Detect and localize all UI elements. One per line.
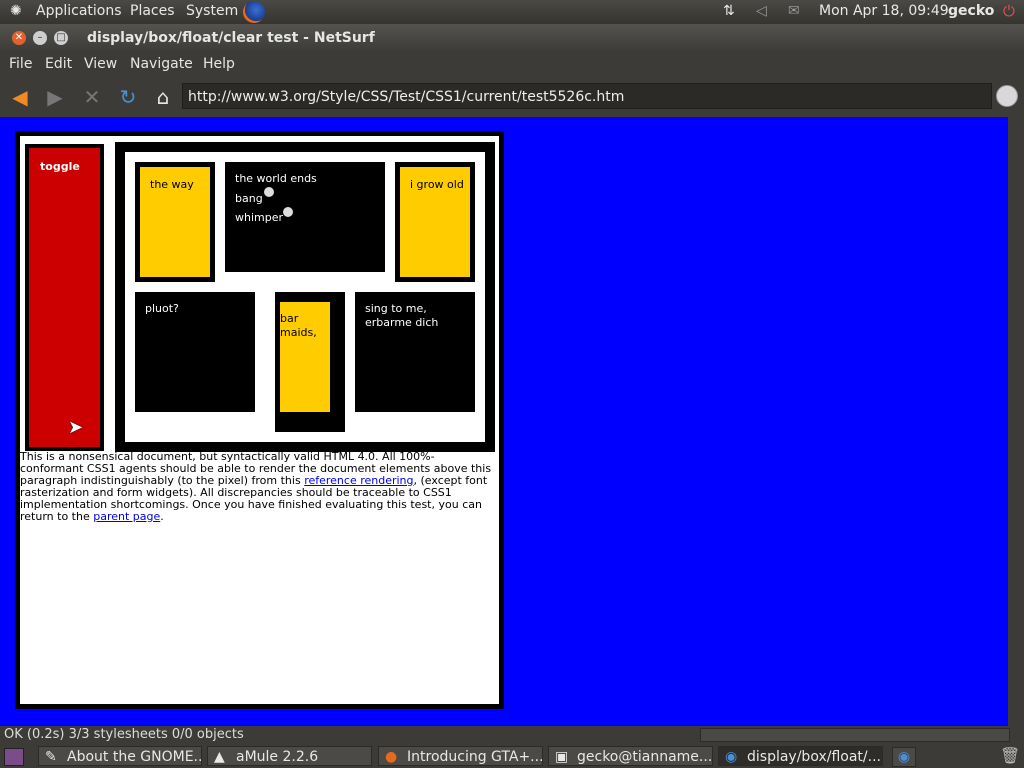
toggle-label: toggle bbox=[40, 160, 80, 173]
forward-arrow-icon[interactable]: ▶ bbox=[43, 86, 67, 108]
terminal-icon: ▣ bbox=[555, 749, 569, 765]
gnome-foot-icon: ✎ bbox=[45, 749, 57, 765]
grow-old-border: i grow old bbox=[395, 162, 475, 282]
whimper-radio[interactable] bbox=[283, 207, 293, 217]
parent-page-link[interactable]: parent page bbox=[93, 510, 160, 523]
task-about-gnome[interactable]: ✎ About the GNOME... bbox=[38, 746, 202, 766]
show-desktop-icon[interactable] bbox=[4, 748, 24, 766]
toggle-border: toggle bbox=[25, 144, 104, 451]
clock[interactable]: Mon Apr 18, 09:49 bbox=[819, 3, 949, 19]
workspace-icon[interactable]: ◉ bbox=[892, 747, 916, 767]
bar-label: bar bbox=[280, 312, 299, 325]
vertical-scrollbar[interactable] bbox=[1008, 117, 1024, 726]
menu-navigate[interactable]: Navigate bbox=[130, 56, 193, 72]
horizontal-scrollbar[interactable] bbox=[700, 728, 1010, 742]
minimize-window-icon[interactable]: – bbox=[33, 31, 47, 45]
power-icon[interactable]: ⏻ bbox=[1003, 2, 1015, 20]
the-way-label: the way bbox=[150, 178, 194, 191]
world-ends-label: the world ends bbox=[235, 172, 317, 185]
trash-icon[interactable]: 🗑 bbox=[1000, 746, 1020, 765]
amule-icon: ▲ bbox=[214, 749, 225, 765]
pluot-label: pluot? bbox=[145, 302, 179, 315]
sing-line1-label: sing to me, bbox=[365, 302, 427, 315]
sing-block: sing to me, erbarme dich bbox=[355, 292, 475, 412]
menu-view[interactable]: View bbox=[84, 56, 117, 72]
status-text: OK (0.2s) 3/3 stylesheets 0/0 objects bbox=[4, 727, 244, 742]
window-titlebar[interactable]: ✕ – □ display/box/float/clear test - Net… bbox=[0, 24, 1024, 52]
bar-maids-border: bar maids, bbox=[275, 292, 345, 432]
task-netsurf[interactable]: ◉ display/box/float/... bbox=[718, 746, 883, 766]
description-paragraph: This is a nonsensical document, but synt… bbox=[20, 451, 495, 523]
window-title: display/box/float/clear test - NetSurf bbox=[87, 30, 375, 46]
world-ends-block: the world ends bang whimper bbox=[225, 162, 385, 272]
whimper-label: whimper bbox=[235, 211, 284, 224]
applications-menu[interactable]: Applications bbox=[36, 3, 122, 19]
maids-label: maids, bbox=[280, 326, 317, 339]
firefox-icon: ● bbox=[385, 749, 398, 765]
maximize-window-icon[interactable]: □ bbox=[54, 31, 68, 45]
mail-icon[interactable]: ✉ bbox=[788, 3, 800, 19]
bar-maids-block: bar maids, bbox=[280, 302, 330, 412]
throbber-icon bbox=[996, 85, 1018, 107]
bang-label: bang bbox=[235, 192, 263, 205]
task-amule[interactable]: ▲ aMule 2.2.6 bbox=[207, 746, 372, 766]
menubar: File Edit View Navigate Help bbox=[0, 52, 1024, 76]
sing-line2-label: erbarme dich bbox=[365, 316, 439, 329]
system-menu[interactable]: System bbox=[186, 3, 238, 19]
bang-radio[interactable] bbox=[264, 187, 274, 197]
mouse-cursor-icon: ➤ bbox=[68, 417, 84, 438]
close-window-icon[interactable]: ✕ bbox=[12, 31, 26, 45]
grow-old-block: i grow old bbox=[400, 167, 470, 277]
the-way-block: the way bbox=[140, 167, 210, 277]
firefox-launcher-icon[interactable] bbox=[243, 1, 265, 23]
back-arrow-icon[interactable]: ◀ bbox=[8, 86, 32, 108]
top-panel: ✺ Applications Places System ⇅ ◁ ✉ Mon A… bbox=[0, 0, 1024, 24]
status-bar: OK (0.2s) 3/3 stylesheets 0/0 objects bbox=[0, 726, 1024, 744]
para-text-3: . bbox=[160, 510, 164, 523]
reload-icon[interactable]: ↻ bbox=[116, 86, 140, 108]
grow-old-label: i grow old bbox=[410, 178, 464, 191]
places-menu[interactable]: Places bbox=[130, 3, 175, 19]
volume-icon[interactable]: ◁ bbox=[756, 3, 767, 19]
toggle-block[interactable]: toggle bbox=[29, 148, 100, 447]
the-way-border: the way bbox=[135, 162, 215, 282]
netsurf-icon: ◉ bbox=[725, 749, 738, 765]
menu-file[interactable]: File bbox=[9, 56, 32, 72]
menu-edit[interactable]: Edit bbox=[45, 56, 72, 72]
stop-icon[interactable]: ✕ bbox=[80, 86, 104, 108]
task-terminal[interactable]: ▣ gecko@tianname... bbox=[548, 746, 713, 766]
pluot-block: pluot? bbox=[135, 292, 255, 412]
ubuntu-logo-icon[interactable]: ✺ bbox=[10, 3, 22, 19]
home-icon[interactable]: ⌂ bbox=[151, 86, 175, 108]
task-firefox[interactable]: ● Introducing GTA+... bbox=[378, 746, 543, 766]
url-input[interactable]: http://www.w3.org/Style/CSS/Test/CSS1/cu… bbox=[182, 83, 992, 109]
menu-help[interactable]: Help bbox=[203, 56, 235, 72]
user-menu[interactable]: gecko bbox=[948, 3, 994, 19]
network-icon[interactable]: ⇅ bbox=[723, 3, 735, 19]
